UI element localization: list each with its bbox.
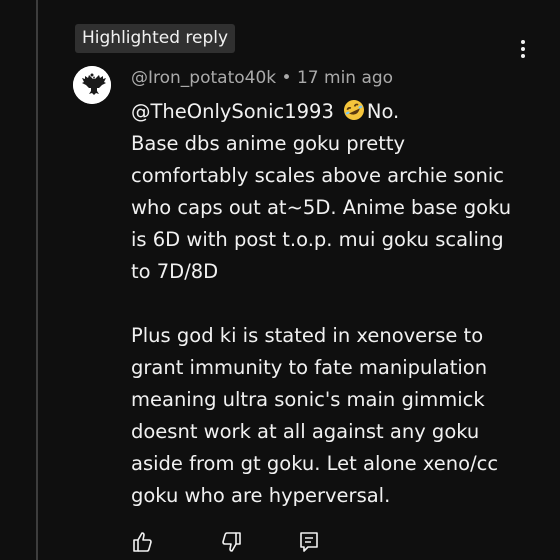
rolling-on-floor-laughing-emoji-icon [342,99,366,121]
reply-icon [300,532,318,552]
paragraph2-line: goku who are hyperversal. [131,484,391,507]
comment-first-line: @TheOnlySonic1993 No. [131,96,521,128]
paragraph2-line: Plus god ki is stated in xenoverse to [131,324,484,347]
highlighted-reply-badge: Highlighted reply [75,24,236,53]
paragraph1-line: is 6D with post t.o.p. mui goku scaling [131,228,504,251]
thread-line [36,0,38,560]
eagle-emblem-icon [73,66,111,104]
thumbs-up-icon [133,532,152,552]
paragraph2-line: doesnt work at all against any goku [131,420,480,443]
first-line-text: No. [366,100,400,123]
paragraph2-line: meaning ultra sonic's main gimmick [131,388,485,411]
paragraph1-line: to 7D/8D [131,260,219,283]
paragraph1-line: who caps out at~5D. Anime base goku [131,196,512,219]
meta-separator: • [276,68,297,88]
reply-button[interactable] [297,530,321,554]
paragraph2-line: grant immunity to fate manipulation [131,356,488,379]
like-button[interactable] [131,530,155,554]
avatar[interactable] [73,66,111,104]
paragraph1-line: comfortably scales above archie sonic [131,164,505,187]
comment-body: @TheOnlySonic1993 No. Base dbs anime gok… [131,96,521,512]
thumbs-down-icon [222,532,241,552]
more-options-icon[interactable] [511,38,535,62]
comment-time[interactable]: 17 min ago [297,68,393,88]
paragraph2-line: aside from gt goku. Let alone xeno/cc [131,452,499,475]
paragraph1-line: Base dbs anime goku pretty [131,132,406,155]
user-mention[interactable]: @TheOnlySonic1993 [131,100,334,123]
comment-meta: @Iron_potato40k • 17 min ago [131,67,393,89]
dislike-button[interactable] [219,530,243,554]
comment-author[interactable]: @Iron_potato40k [131,68,276,88]
